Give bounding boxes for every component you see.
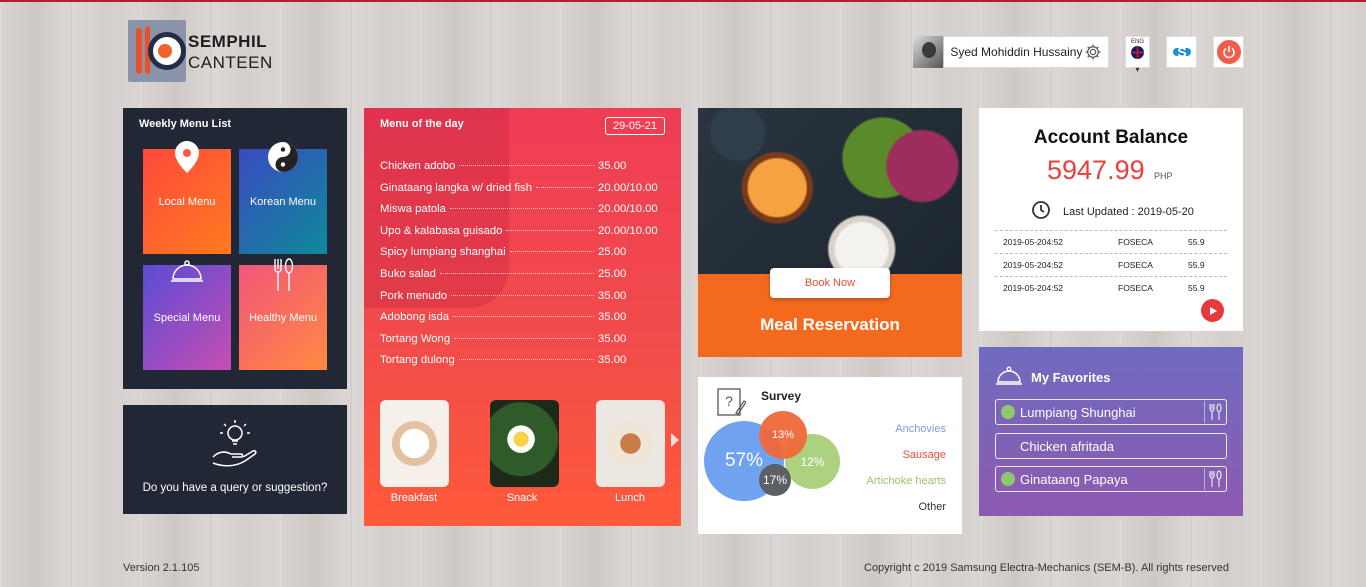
survey-panel: ? Survey 57% 12% 13% 17% Anchovies Sausa… [698,377,962,534]
transaction-row: 2019-05-204:52 FOSECA 55.9 [995,230,1227,252]
menu-date-badge[interactable]: 29-05-21 [604,117,665,135]
language-label: ENG [1130,39,1144,45]
logout-button[interactable] [1213,36,1244,68]
meal-photo [698,108,962,274]
utensils-icon[interactable] [1204,401,1224,423]
user-name: Syed Mohiddin Hussainy [950,45,1083,59]
tile-label: Korean Menu [249,195,317,208]
legend-item: Anchovies [895,423,946,435]
favorite-item[interactable]: Ginataang Papaya [995,466,1227,492]
last-updated-text: Last Updated : 2019-05-20 [1063,205,1194,218]
snack-image[interactable] [490,400,559,487]
user-profile[interactable]: Syed Mohiddin Hussainy [912,36,1109,68]
account-balance-title: Account Balance [1033,127,1189,148]
survey-bubble: 17% [759,464,791,496]
menu-item: Miswa patola 20.00/10.00 [380,203,658,216]
meal-reservation-panel: Book Now Meal Reservation [698,108,962,357]
tile-label: Healthy Menu [249,311,317,324]
book-now-button[interactable]: Book Now [770,268,890,298]
fork-spoon-icon [271,257,295,296]
my-favorites-panel: My Favorites Lumpiang Shunghai Chicken a… [979,347,1243,516]
menu-of-the-day-title: Menu of the day [380,118,464,130]
balance-amount: 5947.99 [1047,155,1145,185]
cloche-icon [170,257,204,288]
weekly-menu-panel: Weekly Menu List Local Menu Korean Menu … [123,108,347,389]
power-icon [1216,40,1241,64]
canteen-logo-icon [128,20,186,82]
lunch-label: Lunch [615,492,645,504]
location-pin-icon [175,141,199,176]
menu-item: Upo & kalabasa guisado 20.00/10.00 [380,224,658,237]
lunch-image[interactable] [596,400,665,487]
status-dot [1001,472,1015,486]
menu-item: Tortang dulong 35.00 [380,354,627,367]
logo-subtitle: CANTEEN [188,53,273,72]
survey-title: Survey [761,389,802,403]
snack-label: Snack [506,492,538,504]
status-dot [1001,405,1015,419]
favorite-item[interactable]: Lumpiang Shunghai [995,399,1227,425]
tile-label: Special Menu [153,311,221,324]
legend-item: Sausage [902,449,946,461]
favorite-item[interactable]: Chicken afritada [995,433,1227,459]
language-selector[interactable]: ENG ▾ [1125,36,1150,74]
menu-item: Chicken adobo 35.00 [380,160,627,172]
menu-item: Spicy lumpiang shanghai 25.00 [380,246,627,259]
samsung-app-button[interactable]: S [1166,36,1197,68]
transaction-row: 2019-05-204:52 FOSECA 55.9 [995,276,1227,298]
query-text: Do you have a query or suggestion? [142,482,328,494]
tile-label: Local Menu [158,195,216,208]
version-text: Version 2.1.105 [123,562,200,574]
menu-item: Pork menudo 35.00 [380,289,627,302]
clock-icon [1031,200,1051,223]
survey-bubble: 13% [759,411,807,459]
menu-of-the-day-panel: Menu of the day 29-05-21 Chicken adobo 35… [364,108,681,526]
menu-item: Adobong isda 35.00 [380,311,627,324]
s-logo-icon: S [1170,41,1193,63]
logo-title: SEMPHIL [188,32,268,51]
carousel-next-icon[interactable] [671,433,679,447]
uk-flag-icon [1131,46,1144,59]
last-updated: Last Updated : 2019-05-20 [1031,200,1194,223]
gear-icon[interactable] [1082,41,1104,63]
tile-local-menu[interactable]: Local Menu [143,141,231,254]
weekly-menu-title: Weekly Menu List [139,118,232,130]
svg-text:?: ? [725,393,733,409]
tile-korean-menu[interactable]: Korean Menu [239,142,327,254]
legend-item: Other [918,501,946,513]
utensils-icon[interactable] [1204,468,1224,490]
query-suggestion-panel[interactable]: Do you have a query or suggestion? [123,405,347,514]
menu-item: Buko salad 25.00 [380,267,627,280]
meal-reservation-title: Meal Reservation [760,315,900,334]
app-logo[interactable]: SEMPHIL CANTEEN [128,20,272,82]
tile-special-menu[interactable]: Special Menu [143,260,231,370]
idea-hand-icon [209,417,261,474]
tile-healthy-menu[interactable]: Healthy Menu [239,258,327,370]
favorites-header: My Favorites [995,364,1110,391]
menu-item: Tortang Wong 35.00 [380,332,627,345]
legend-item: Artichoke hearts [866,475,946,487]
yin-yang-icon [267,141,299,176]
balance-currency: PHP [1154,171,1173,181]
play-icon[interactable] [1201,299,1224,322]
copyright-text: Copyright c 2019 Samsung Electra-Mechani… [864,562,1229,574]
account-balance-panel: Account Balance 5947.99 PHP Last Updated… [979,108,1243,331]
breakfast-image[interactable] [380,400,449,487]
chevron-down-icon: ▾ [1135,65,1140,74]
svg-text:S: S [1177,44,1186,60]
cloche-icon [995,364,1023,391]
avatar [913,36,945,68]
menu-item: Ginataang langka w/ dried fish 20.00/10.0… [380,181,658,194]
breakfast-label: Breakfast [390,492,438,504]
menu-list: Chicken adobo 35.00 Ginataang langka w/ d… [380,160,660,376]
survey-question-icon: ? [716,387,747,422]
transaction-row: 2019-05-204:52 FOSECA 55.9 [995,253,1227,275]
favorites-title: My Favorites [1031,370,1111,385]
